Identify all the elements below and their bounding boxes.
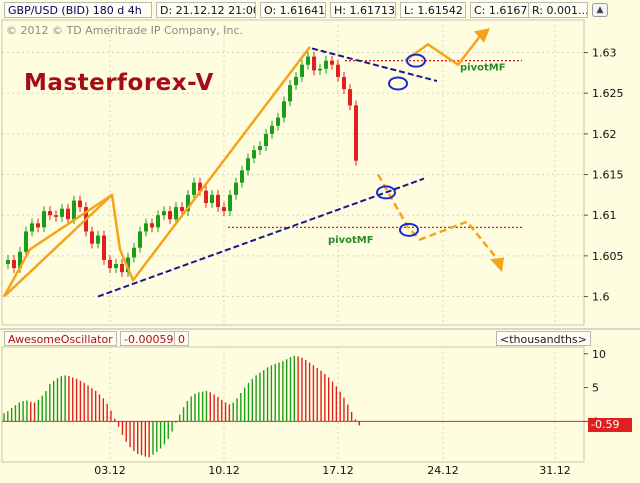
chevron-up-icon[interactable]: ▲ bbox=[592, 3, 608, 17]
pivot-label-upper: pivotMF bbox=[460, 62, 506, 73]
high-readout: H: 1.61713 bbox=[330, 2, 396, 18]
low-readout: L: 1.61542 bbox=[400, 2, 466, 18]
y-tick-label: 1.62 bbox=[592, 128, 617, 141]
candle-body bbox=[222, 207, 226, 212]
candle-body bbox=[48, 211, 52, 216]
candle-body bbox=[102, 235, 106, 260]
candle-body bbox=[60, 208, 64, 217]
open-readout: O: 1.61641 bbox=[260, 2, 326, 18]
candle-body bbox=[270, 125, 274, 134]
candle-body bbox=[258, 146, 262, 151]
candle-body bbox=[228, 194, 232, 212]
candle-body bbox=[288, 85, 292, 102]
candle-body bbox=[150, 223, 154, 228]
x-tick-label: 10.12 bbox=[208, 464, 240, 477]
candle-body bbox=[120, 264, 124, 273]
symbol-info: GBP/USD (BID) 180 d 4h bbox=[4, 2, 152, 18]
candle-body bbox=[324, 60, 328, 69]
y-tick-label: 1.61 bbox=[592, 209, 617, 222]
candle-body bbox=[72, 200, 76, 220]
x-tick-label: 24.12 bbox=[427, 464, 459, 477]
candle-body bbox=[348, 89, 352, 106]
y-tick-label: 1.63 bbox=[592, 47, 617, 60]
x-tick-label: 03.12 bbox=[94, 464, 126, 477]
indicator-extra: 0 bbox=[174, 331, 189, 346]
candle-body bbox=[240, 170, 244, 183]
candle-body bbox=[216, 194, 220, 208]
candle-body bbox=[138, 231, 142, 248]
candle-body bbox=[282, 101, 286, 118]
candle-body bbox=[108, 259, 112, 269]
ao-last-value-tag: -0.59 bbox=[588, 418, 632, 432]
candle-body bbox=[252, 150, 256, 159]
candle-body bbox=[180, 207, 184, 212]
candle-body bbox=[54, 215, 58, 217]
candle-body bbox=[6, 259, 10, 264]
candle-body bbox=[132, 247, 136, 258]
candle-body bbox=[78, 200, 82, 208]
indicator-value: -0.00059 bbox=[120, 331, 178, 346]
x-tick-label: 31.12 bbox=[539, 464, 571, 477]
candle-body bbox=[168, 211, 172, 220]
candle-body bbox=[144, 223, 148, 232]
date-readout: D: 21.12.12 21:00 bbox=[156, 2, 256, 18]
candle-body bbox=[156, 215, 160, 228]
candle-body bbox=[312, 56, 316, 71]
candle-body bbox=[96, 235, 100, 244]
pivot-label-lower: pivotMF bbox=[328, 235, 374, 246]
candle-body bbox=[24, 231, 28, 252]
brand-watermark: Masterforex-V bbox=[24, 70, 214, 96]
candle-body bbox=[90, 231, 94, 244]
oscillator-pane bbox=[1, 346, 585, 463]
y-tick-label: 1.615 bbox=[592, 169, 624, 182]
range-readout: R: 0.001... bbox=[528, 2, 588, 18]
close-readout: C: 1.61671 bbox=[470, 2, 530, 18]
candle-body bbox=[66, 208, 70, 220]
y-tick-label: 1.605 bbox=[592, 250, 624, 263]
candle-body bbox=[306, 56, 310, 65]
copyright-text: © 2012 © TD Ameritrade IP Company, Inc. bbox=[6, 24, 244, 37]
ao-tick-label: 10 bbox=[592, 348, 606, 361]
candle-body bbox=[162, 211, 166, 216]
candle-body bbox=[330, 60, 334, 65]
candle-body bbox=[342, 76, 346, 90]
indicator-units: <thousandths> bbox=[496, 331, 591, 346]
y-tick-label: 1.625 bbox=[592, 87, 624, 100]
candle-body bbox=[234, 182, 238, 195]
candle-body bbox=[300, 64, 304, 77]
y-tick-label: 1.6 bbox=[592, 291, 610, 304]
candle-body bbox=[336, 64, 340, 77]
candle-body bbox=[318, 68, 322, 71]
candle-body bbox=[42, 211, 46, 228]
candle-body bbox=[192, 182, 196, 195]
candle-body bbox=[30, 223, 34, 232]
candle-body bbox=[114, 264, 118, 269]
candle-body bbox=[36, 223, 40, 228]
candle-body bbox=[294, 76, 298, 86]
candle-body bbox=[246, 158, 250, 171]
x-tick-label: 17.12 bbox=[322, 464, 354, 477]
candle-body bbox=[354, 105, 358, 161]
ao-tick-label: 5 bbox=[592, 382, 599, 395]
candle-body bbox=[264, 133, 268, 147]
candle-body bbox=[12, 259, 16, 269]
indicator-name: AwesomeOscillator bbox=[4, 331, 117, 346]
candle-body bbox=[204, 190, 208, 203]
candle-body bbox=[276, 117, 280, 126]
candle-body bbox=[210, 194, 214, 203]
candle-body bbox=[174, 207, 178, 220]
